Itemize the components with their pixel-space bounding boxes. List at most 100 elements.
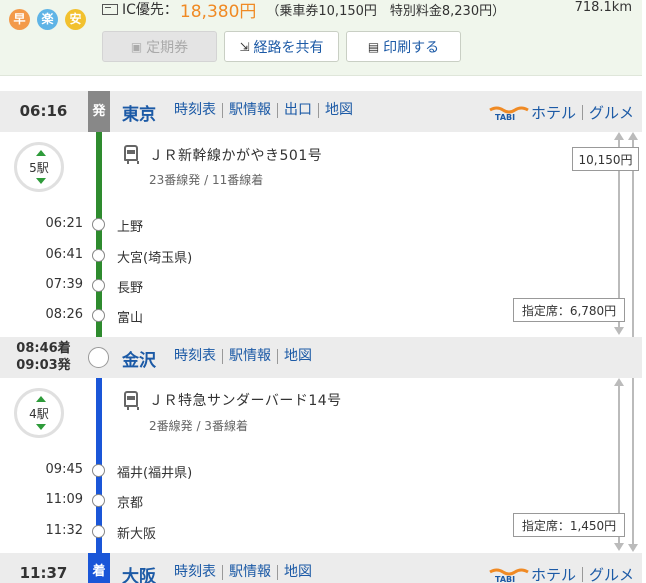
total-distance: 718.1km bbox=[574, 0, 632, 15]
ic-label: IC優先： bbox=[122, 2, 178, 18]
stop-name: 福井(福井県) bbox=[117, 466, 193, 481]
platform-info: 2番線発 / 3番線着 bbox=[149, 419, 248, 433]
stop-name: 大宮(埼玉県) bbox=[117, 251, 193, 266]
separator bbox=[581, 105, 583, 120]
station-name[interactable]: 金沢 bbox=[122, 346, 156, 371]
stop-time: 09:45 bbox=[45, 462, 83, 477]
stop-time: 11:09 bbox=[45, 492, 83, 507]
timetable-link[interactable]: 時刻表 bbox=[174, 565, 222, 580]
base-fare-up-arrow bbox=[628, 132, 638, 140]
station-info-link[interactable]: 駅情報 bbox=[222, 565, 277, 580]
stop-time: 07:39 bbox=[45, 277, 83, 292]
stop-name: 富山 bbox=[117, 311, 144, 326]
easy-badge: 楽 bbox=[37, 9, 58, 30]
svg-text:TABI: TABI bbox=[495, 575, 515, 582]
station-services: TABI ホテル グルメ bbox=[489, 564, 634, 583]
reserved-seat-fare: 指定席：1,450円 bbox=[513, 513, 625, 537]
stop-marker bbox=[92, 309, 105, 322]
stop-time: 06:21 bbox=[45, 216, 83, 231]
share-route-button[interactable]: ⇲ 経路を共有 bbox=[224, 31, 339, 62]
fare-range-down-arrow bbox=[614, 327, 624, 335]
fare-breakdown: （乗車券10,150円 特別料金8,230円） bbox=[266, 3, 506, 19]
svg-text:TABI: TABI bbox=[495, 113, 515, 120]
printer-icon: ▤ bbox=[367, 39, 380, 54]
ic-fare-line: IC優先： 18,380円 （乗車券10,150円 特別料金8,230円） bbox=[102, 0, 642, 22]
arrival-time: 08:46着 bbox=[16, 341, 71, 356]
station-links: 時刻表 駅情報 地図 bbox=[174, 349, 318, 364]
timetable-link[interactable]: 時刻表 bbox=[174, 103, 222, 118]
station-links: 時刻表 駅情報 地図 bbox=[174, 565, 318, 580]
station-info-link[interactable]: 駅情報 bbox=[222, 103, 277, 118]
map-link[interactable]: 地図 bbox=[318, 103, 359, 118]
gourmet-link[interactable]: グルメ bbox=[589, 102, 634, 123]
platform-info: 23番線発 / 11番線着 bbox=[149, 173, 264, 187]
map-link[interactable]: 地図 bbox=[277, 349, 318, 364]
fare-range-up-arrow bbox=[614, 132, 624, 140]
departure-time: 06:16 bbox=[19, 102, 68, 120]
train-name: ＪＲ新幹線かがやき501号 bbox=[149, 148, 323, 164]
timetable-link[interactable]: 時刻表 bbox=[174, 349, 222, 364]
map-link[interactable]: 地図 bbox=[277, 565, 318, 580]
commuter-pass-label: 定期券 bbox=[146, 39, 189, 56]
stop-count-toggle[interactable]: 4駅 bbox=[14, 388, 64, 438]
route-summary: 早 楽 安 IC優先： 18,380円 （乗車券10,150円 特別料金8,23… bbox=[0, 0, 642, 76]
print-label: 印刷する bbox=[383, 39, 440, 56]
stop-count-toggle[interactable]: 5駅 bbox=[14, 142, 64, 192]
fare-range-up-arrow bbox=[614, 378, 624, 386]
train-icon bbox=[124, 391, 139, 410]
tabi-logo-icon: TABI bbox=[489, 568, 529, 583]
stop-marker bbox=[92, 464, 105, 477]
station-name[interactable]: 東京 bbox=[122, 100, 156, 125]
transfer-marker bbox=[88, 347, 109, 368]
stop-marker bbox=[92, 525, 105, 538]
expand-down-icon bbox=[36, 178, 46, 184]
stop-time: 06:41 bbox=[45, 247, 83, 262]
station-info-link[interactable]: 駅情報 bbox=[222, 349, 277, 364]
base-fare-down-arrow bbox=[628, 544, 638, 552]
print-button[interactable]: ▤ 印刷する bbox=[346, 31, 461, 62]
reserved-seat-fare: 指定席：6,780円 bbox=[513, 298, 625, 322]
train-name: ＪＲ特急サンダーバード14号 bbox=[149, 393, 342, 409]
stop-name: 上野 bbox=[117, 220, 144, 235]
station-row-osaka: 11:37 着 大阪 時刻表 駅情報 地図 TABI ホテル グルメ bbox=[0, 553, 642, 583]
stop-marker bbox=[92, 494, 105, 507]
share-icon: ⇲ bbox=[239, 39, 250, 54]
stop-name: 長野 bbox=[117, 281, 144, 296]
share-route-label: 経路を共有 bbox=[253, 39, 324, 56]
commuter-pass-icon: ▣ bbox=[130, 39, 143, 54]
cheap-badge: 安 bbox=[65, 9, 86, 30]
stop-time: 11:32 bbox=[45, 523, 83, 538]
departure-mark: 発 bbox=[88, 91, 110, 132]
base-fare: 10,150円 bbox=[572, 147, 639, 171]
arrival-time: 11:37 bbox=[19, 564, 68, 582]
stop-marker bbox=[92, 249, 105, 262]
train-icon bbox=[124, 145, 139, 164]
hotel-link[interactable]: ホテル bbox=[531, 564, 576, 583]
expand-up-icon bbox=[36, 396, 46, 402]
commuter-pass-button[interactable]: ▣ 定期券 bbox=[102, 31, 217, 62]
expand-up-icon bbox=[36, 150, 46, 156]
gourmet-link[interactable]: グルメ bbox=[589, 564, 634, 583]
station-links: 時刻表 駅情報 出口 地図 bbox=[174, 103, 359, 118]
stop-name: 京都 bbox=[117, 496, 144, 511]
departure-time: 09:03発 bbox=[16, 358, 71, 373]
station-name[interactable]: 大阪 bbox=[122, 562, 156, 583]
stop-count: 4駅 bbox=[29, 407, 49, 421]
station-row-tokyo: 06:16 発 東京 時刻表 駅情報 出口 地図 TABI ホテル グルメ bbox=[0, 91, 642, 132]
stop-count: 5駅 bbox=[29, 161, 49, 175]
hotel-link[interactable]: ホテル bbox=[531, 102, 576, 123]
fast-badge: 早 bbox=[9, 9, 30, 30]
stop-time: 08:26 bbox=[45, 307, 83, 322]
stop-marker bbox=[92, 279, 105, 292]
expand-down-icon bbox=[36, 424, 46, 430]
stop-marker bbox=[92, 218, 105, 231]
ic-card-icon bbox=[102, 3, 118, 15]
tabi-logo-icon: TABI bbox=[489, 106, 529, 122]
separator bbox=[581, 567, 583, 582]
fare-range-down-arrow bbox=[614, 543, 624, 551]
ic-total-fare: 18,380円 bbox=[179, 1, 257, 22]
station-services: TABI ホテル グルメ bbox=[489, 102, 634, 123]
stop-name: 新大阪 bbox=[117, 527, 157, 542]
exit-link[interactable]: 出口 bbox=[277, 103, 318, 118]
arrival-mark: 着 bbox=[88, 553, 110, 583]
